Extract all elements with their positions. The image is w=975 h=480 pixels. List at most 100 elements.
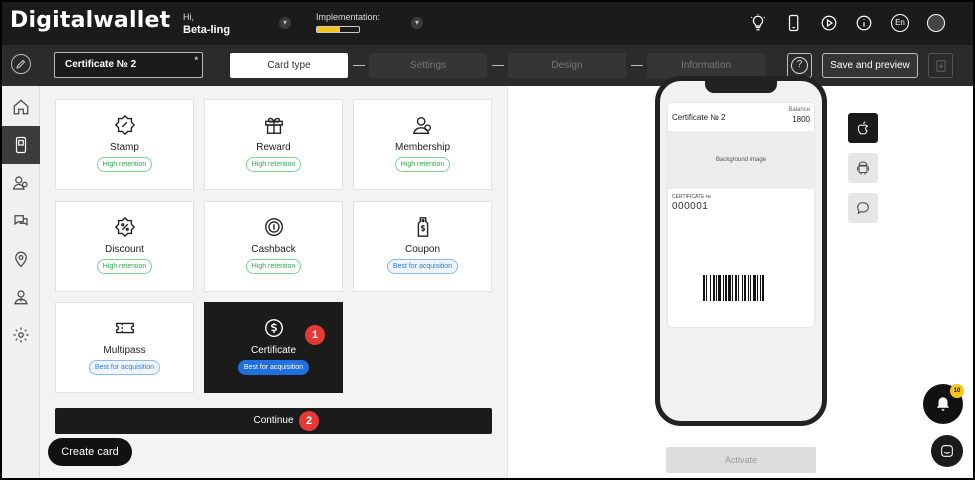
save-and-preview-button[interactable]: Save and preview [822,53,918,78]
continue-button[interactable]: Continue [55,408,492,434]
gift-icon [262,113,286,137]
phone-notch [705,81,777,93]
platform-android[interactable] [848,153,878,183]
discount-icon [113,215,137,239]
phone-icon[interactable] [785,14,803,32]
cashback-icon [262,215,286,239]
lightbulb-icon[interactable] [749,14,767,32]
card-type-label: Stamp [110,142,139,153]
sidebar [2,86,40,478]
barcode-bar [744,275,746,301]
app-frame: Digitalwallet Hi, Beta-ling ▾ Implementa… [0,0,975,480]
retention-badge: High retention [245,157,302,172]
barcode [703,275,764,301]
card-name-input[interactable]: Certificate № 2 * [54,52,203,78]
barcode-bar [723,275,724,301]
help-button[interactable]: ? [787,53,812,78]
card-type-coupon[interactable]: Coupon Best for acquisition [353,201,492,292]
barcode-bar [725,275,727,301]
barcode-bar [728,275,731,301]
pass-name: Certificate № 2 [672,113,726,122]
play-icon[interactable] [820,14,838,32]
chat-bubble-icon [941,445,953,457]
username[interactable]: Beta-ling [183,24,230,36]
avatar[interactable] [927,14,945,32]
top-bar: Digitalwallet Hi, Beta-ling ▾ Implementa… [2,2,973,45]
barcode-bar [748,275,749,301]
card-type-membership[interactable]: Membership High retention [353,99,492,190]
activate-button[interactable]: Activate [666,447,816,473]
step-card-type[interactable]: Card type [230,53,348,78]
users-icon [12,176,28,190]
card-name-value: Certificate № 2 [65,59,137,70]
bell-icon [937,397,949,411]
step-information[interactable]: Information [647,53,765,78]
sidebar-item-users[interactable] [2,164,40,202]
platform-apple[interactable] [848,113,878,143]
barcode-bar [732,275,733,301]
pass-preview: Certificate № 2 Balance 1800 Background … [668,103,814,327]
step-marker-2: 2 [299,411,319,431]
card-type-multipass[interactable]: Multipass Best for acquisition [55,302,194,393]
create-card-button[interactable]: Create card [48,438,132,466]
barcode-bar [703,275,705,301]
card-type-label: Cashback [251,244,296,255]
notification-count-badge: 10 [950,384,964,398]
balance-label: Balance [788,107,810,113]
barcode-bar [710,275,711,301]
barcode-bar [757,275,758,301]
coupon-icon [411,215,435,239]
info-icon[interactable] [855,14,873,32]
sidebar-item-user-upload[interactable] [2,278,40,316]
retention-badge: High retention [245,259,302,274]
card-type-label: Multipass [103,345,146,356]
download-icon [935,59,946,72]
certificate-number: 000001 [672,201,709,212]
card-type-discount[interactable]: Discount High retention [55,201,194,292]
apple-icon [857,121,869,135]
step-separator [353,65,365,66]
sidebar-item-home[interactable] [2,88,40,126]
barcode-bar [738,275,739,301]
retention-badge: High retention [96,259,153,274]
sidebar-item-chat[interactable] [2,202,40,240]
step-separator [492,65,504,66]
card-type-label: Certificate [250,345,296,356]
logo: Digitalwallet [10,8,171,33]
barcode-bar [750,275,751,301]
home-icon [13,99,29,115]
pencil-icon[interactable] [11,54,31,74]
card-type-cashback[interactable]: Cashback High retention [204,201,343,292]
stamp-icon [113,113,137,137]
acquisition-badge: Best for acquisition [88,360,161,375]
card-type-certificate[interactable]: Certificate Best for acquisition [204,302,343,393]
card-type-label: Coupon [404,244,441,255]
barcode-bar [713,275,715,301]
membership-icon [411,113,435,137]
message-icon [857,202,869,215]
step-settings[interactable]: Settings [369,53,487,78]
sidebar-item-cards[interactable] [2,126,40,164]
android-icon [857,161,869,175]
sidebar-item-settings[interactable] [2,316,40,354]
download-button[interactable] [928,53,953,78]
platform-message[interactable] [848,193,878,223]
ticket-icon [113,316,137,340]
implementation-chevron-icon[interactable]: ▾ [411,17,423,29]
certificate-icon [262,316,286,340]
support-chat-button[interactable] [931,435,963,467]
step-design[interactable]: Design [508,53,626,78]
barcode-bar [762,275,764,301]
card-type-reward[interactable]: Reward High retention [204,99,343,190]
language-icon[interactable]: En [891,14,909,32]
implementation-progress-bar [316,26,360,33]
card-type-panel: Stamp High retention Reward High retenti… [40,86,506,478]
settings-icon [13,327,29,343]
user-menu-chevron-icon[interactable]: ▾ [279,17,291,29]
certificate-label: CERTIFICATE № [672,194,712,200]
card-type-stamp[interactable]: Stamp High retention [55,99,194,190]
sidebar-item-location[interactable] [2,240,40,278]
cards-icon [15,136,27,154]
balance-value: 1800 [792,115,810,124]
implementation-progress-fill [317,27,341,32]
